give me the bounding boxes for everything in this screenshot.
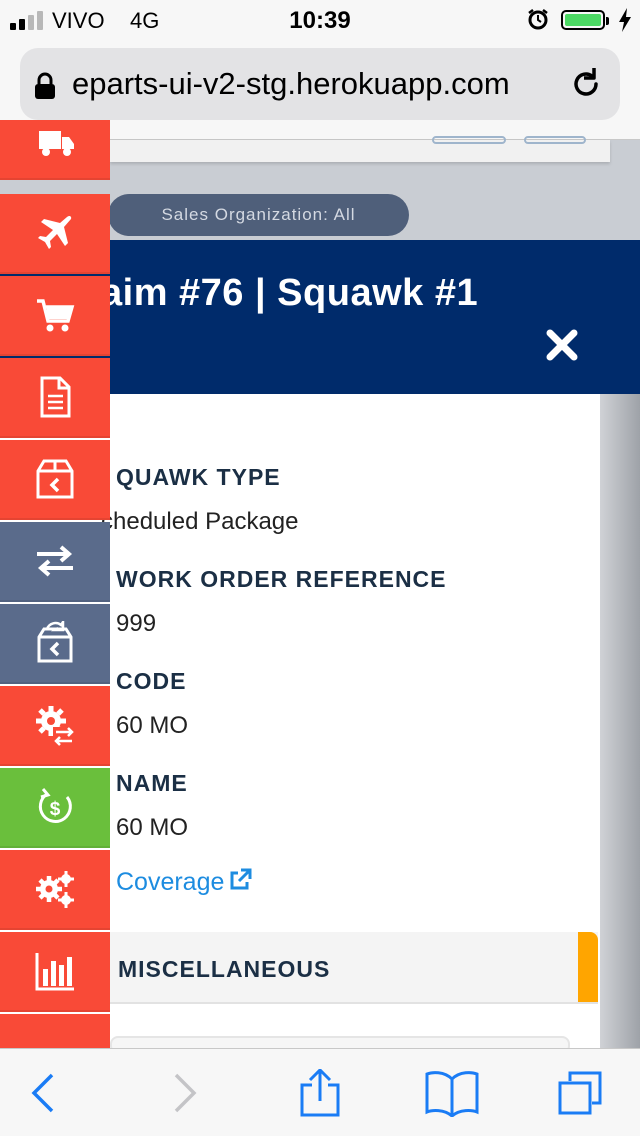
box-return-icon xyxy=(36,459,74,499)
coverage-link-label[interactable]: Coverage xyxy=(116,868,224,896)
sidebar-item-gear-exchange[interactable] xyxy=(0,686,110,766)
bookmarks-icon[interactable] xyxy=(424,1069,480,1117)
battery-icon xyxy=(561,10,609,30)
background-card xyxy=(110,136,610,162)
sales-org-filter[interactable]: Sales Organization: All xyxy=(108,194,409,236)
sidebar-item-more[interactable] xyxy=(0,1014,110,1048)
sidebar-item-settings[interactable] xyxy=(0,850,110,930)
bar-chart-icon xyxy=(35,953,74,991)
sidebar-item-repairs[interactable] xyxy=(0,604,110,684)
background-button xyxy=(524,136,586,144)
field-label-work-order: WORK ORDER REFERENCE xyxy=(116,566,447,592)
sidebar-item-exchanges[interactable] xyxy=(0,522,110,602)
coverage-link[interactable]: Coverage xyxy=(116,868,252,897)
airplane-icon xyxy=(38,215,72,249)
status-bar: VIVO 4G 10:39 xyxy=(0,0,640,40)
dollar-cycle-icon: $ xyxy=(38,788,72,823)
section-accent xyxy=(578,932,598,1002)
background-button xyxy=(432,136,506,144)
alarm-icon xyxy=(528,9,548,30)
field-label-code: CODE xyxy=(116,668,187,694)
url-text[interactable]: eparts-ui-v2-stg.herokuapp.com xyxy=(72,66,567,102)
sidebar-item-billing[interactable]: $ xyxy=(0,768,110,848)
sidebar-item-cart[interactable] xyxy=(0,276,110,356)
lock-icon xyxy=(35,72,55,99)
sidebar-item-shipping[interactable] xyxy=(0,120,110,180)
box-reload-icon xyxy=(37,621,73,663)
sidebar-item-returns[interactable] xyxy=(0,440,110,520)
address-bar[interactable]: eparts-ui-v2-stg.herokuapp.com xyxy=(20,48,620,120)
cart-icon xyxy=(37,299,75,332)
reload-icon[interactable] xyxy=(568,66,604,102)
svg-text:$: $ xyxy=(50,799,61,820)
field-value-name: 60 MO xyxy=(116,814,189,841)
browser-toolbar xyxy=(0,1048,640,1136)
truck-icon xyxy=(39,131,74,156)
external-link-icon[interactable] xyxy=(228,868,252,892)
tabs-icon[interactable] xyxy=(556,1069,604,1117)
modal-shadow xyxy=(600,394,640,1048)
field-label-squawk-type: QUAWK TYPE xyxy=(116,464,281,490)
field-value-work-order: 999 xyxy=(116,610,157,637)
share-icon[interactable] xyxy=(296,1069,344,1117)
field-label-name: NAME xyxy=(116,770,188,796)
gears-icon xyxy=(36,871,74,908)
field-value-code: 60 MO xyxy=(116,712,189,739)
sidebar: $ xyxy=(0,120,110,1048)
document-icon xyxy=(40,376,71,418)
sidebar-item-documents[interactable] xyxy=(0,358,110,438)
gear-exchange-icon xyxy=(36,706,75,746)
sidebar-item-flights[interactable] xyxy=(0,194,110,274)
forward-icon[interactable] xyxy=(160,1069,208,1117)
exchange-icon xyxy=(37,545,73,577)
back-icon[interactable] xyxy=(20,1069,68,1117)
section-label: MISCELLANEOUS xyxy=(118,956,331,982)
sidebar-item-reports[interactable] xyxy=(0,932,110,1012)
charging-icon xyxy=(619,8,631,32)
close-icon[interactable] xyxy=(545,328,579,362)
modal-title: aim #76 | Squawk #1 xyxy=(101,272,479,314)
field-value-squawk-type: cheduled Package xyxy=(101,508,299,535)
